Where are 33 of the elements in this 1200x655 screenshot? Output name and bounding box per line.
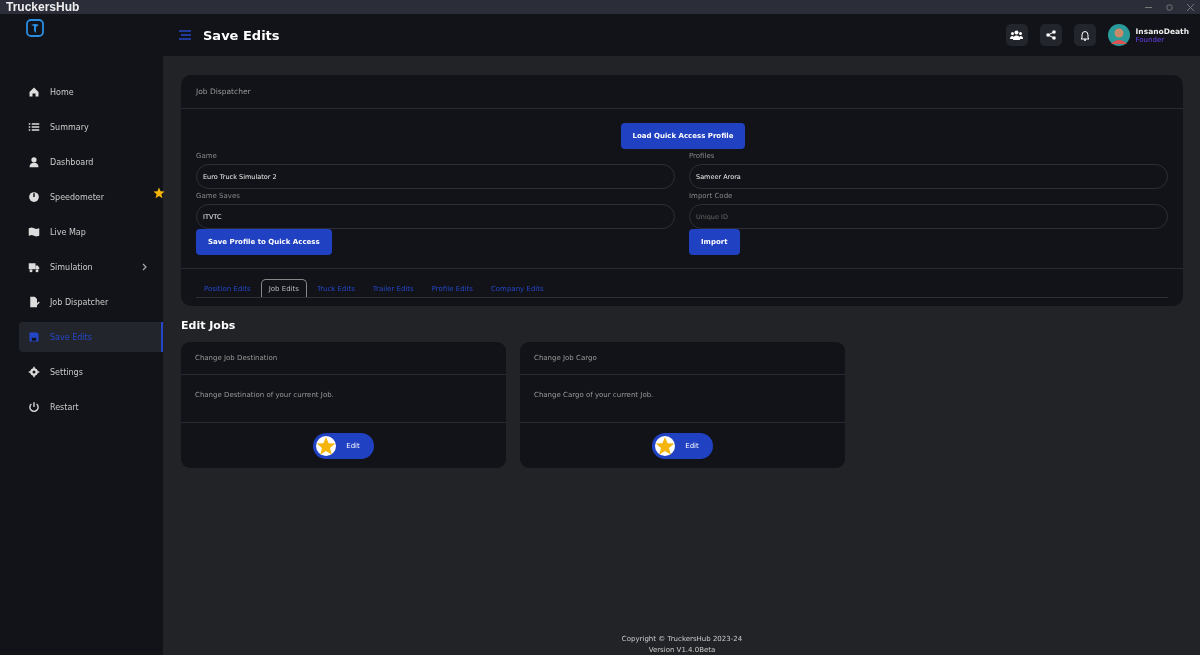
document-icon bbox=[28, 296, 40, 308]
avatar-icon[interactable] bbox=[1107, 24, 1130, 46]
users-icon bbox=[1010, 30, 1024, 40]
sidebar-item[interactable]: Dashboard bbox=[19, 147, 163, 177]
map-icon bbox=[28, 226, 40, 238]
window-title: TruckersHub bbox=[6, 0, 80, 14]
sidebar-item[interactable]: Simulation bbox=[19, 252, 163, 282]
user-icon bbox=[28, 156, 40, 168]
star-icon bbox=[316, 436, 337, 456]
gauge-icon bbox=[28, 191, 40, 203]
notifications-button[interactable] bbox=[1073, 24, 1096, 46]
sidebar-item[interactable]: Live Map bbox=[19, 217, 163, 247]
sidebar-item[interactable]: Settings bbox=[19, 357, 163, 387]
sidebar-item[interactable]: Speedometer bbox=[19, 182, 163, 212]
list-icon bbox=[28, 121, 40, 133]
truck-icon bbox=[28, 261, 40, 273]
sidebar-item[interactable]: Job Dispatcher bbox=[19, 287, 163, 317]
users-button[interactable] bbox=[1005, 24, 1028, 46]
section-title: Edit Jobs bbox=[181, 319, 237, 332]
gear-icon bbox=[28, 366, 40, 378]
star-icon bbox=[153, 187, 165, 199]
page-title: Save Edits bbox=[203, 27, 281, 43]
home-icon bbox=[28, 86, 40, 98]
sidebar-item[interactable]: Home bbox=[19, 77, 163, 107]
sidebar-item[interactable]: Summary bbox=[19, 112, 163, 142]
star-icon bbox=[655, 436, 676, 456]
bell-icon bbox=[1079, 29, 1090, 41]
power-icon bbox=[28, 401, 40, 413]
share-icon bbox=[1045, 30, 1056, 40]
logo-icon[interactable] bbox=[26, 19, 44, 37]
sidebar-item[interactable]: Restart bbox=[19, 392, 163, 422]
close-icon[interactable] bbox=[1187, 3, 1194, 11]
share-button[interactable] bbox=[1039, 24, 1062, 46]
